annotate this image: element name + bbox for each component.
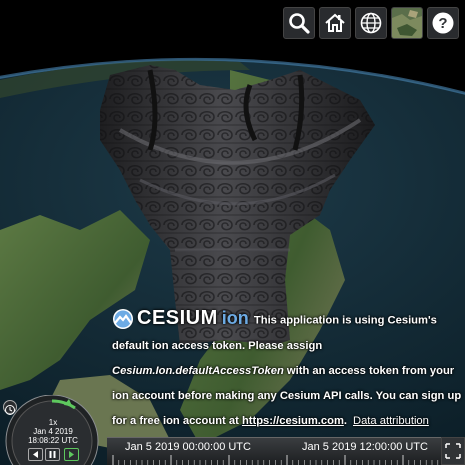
credit-text-3: with an access token from your [283,364,455,377]
credit-line-4: ion account before making any Cesium API… [112,389,462,402]
token-name: Cesium.Ion.defaultAccessToken [112,364,284,377]
animation-date: Jan 4 2019 [33,427,73,436]
fullscreen-button[interactable] [441,437,465,465]
cesium-ion-logo[interactable]: CESIUM ion [112,306,249,331]
realtime-button[interactable] [3,400,17,415]
search-icon [289,13,310,34]
cesium-logo-icon [113,308,133,329]
pause-icon [49,451,56,458]
cesium-viewer[interactable]: ? CESIUM ion This application is using C… [0,0,465,465]
question-icon: ? [432,12,454,34]
fullscreen-icon [445,443,461,459]
timeline[interactable]: Jan 5 2019 00:00:00 UTC Jan 5 2019 12:00… [107,437,465,465]
play-reverse-button[interactable] [28,448,43,461]
toolbar: ? [283,7,459,39]
credit-line-3: Cesium.Ion.defaultAccessToken with an ac… [112,359,462,384]
logo-ion-text: ion [221,308,249,328]
timeline-ticks [112,455,462,465]
base-layer-picker-button[interactable] [391,7,423,39]
timeline-label-2: Jan 5 2019 12:00:00 UTC [302,441,428,453]
scene-mode-button[interactable] [355,7,387,39]
svg-text:?: ? [438,15,447,32]
data-attribution-link[interactable]: Data attribution [353,415,429,427]
search-button[interactable] [283,7,315,39]
credit-text-5: for a free ion account at [112,414,242,427]
home-button[interactable] [319,7,351,39]
home-icon [325,13,345,32]
pause-button[interactable] [45,448,60,461]
animation-speed: 1x [48,418,58,427]
credit-text-1: This application is using Cesium's [253,314,437,327]
play-reverse-icon [33,451,38,458]
navigation-help-button[interactable]: ? [427,7,459,39]
credit-text-5-end: . [343,414,347,427]
credit-container: CESIUM ion This application is using Ces… [112,306,462,434]
globe-icon [360,12,382,34]
credit-line-2: default ion access token. Please assign [112,339,323,352]
imagery-thumbnail-icon [392,8,422,38]
logo-cesium-text: CESIUM [137,307,218,329]
credit-line-5: for a free ion account at https://cesium… [112,409,462,434]
cesium-link[interactable]: https://cesium.com [242,415,344,427]
clock-icon [5,405,15,415]
play-forward-button[interactable] [64,448,79,461]
credit-line-1: CESIUM ion This application is using Ces… [112,306,462,334]
animation-widget[interactable]: 1x Jan 4 2019 18:08:22 UTC [0,395,105,465]
animation-time: 18:08:22 UTC [28,436,78,445]
play-forward-icon [69,451,74,458]
timeline-label-1: Jan 5 2019 00:00:00 UTC [125,441,251,453]
